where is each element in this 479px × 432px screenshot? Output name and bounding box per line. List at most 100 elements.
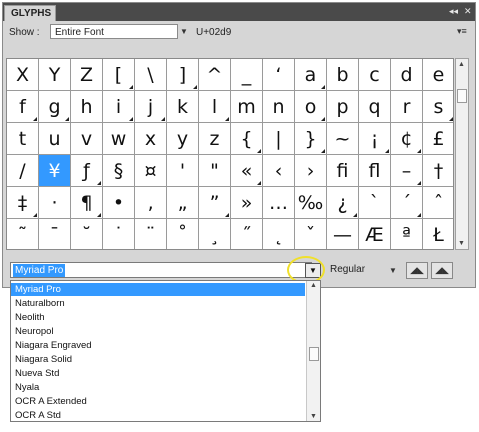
glyph-cell[interactable]: _: [231, 59, 263, 91]
font-list-item[interactable]: Neuropol: [11, 325, 305, 338]
glyph-cell[interactable]: ‚: [135, 187, 167, 219]
double-chevron-left-icon[interactable]: ◂◂: [449, 5, 458, 17]
glyph-cell[interactable]: ƒ: [71, 155, 103, 187]
glyph-cell[interactable]: ¿: [327, 187, 359, 219]
glyph-cell[interactable]: w: [103, 123, 135, 155]
tab-glyphs[interactable]: GLYPHS: [4, 5, 56, 21]
glyph-cell[interactable]: v: [71, 123, 103, 155]
font-list-item[interactable]: Naturalborn: [11, 297, 305, 310]
glyph-cell[interactable]: ﬁ: [327, 155, 359, 187]
glyph-cell[interactable]: ¢: [391, 123, 423, 155]
glyph-cell[interactable]: }: [295, 123, 327, 155]
glyph-cell[interactable]: ˇ: [295, 219, 327, 249]
glyph-cell[interactable]: »: [231, 187, 263, 219]
scroll-thumb[interactable]: [457, 89, 467, 103]
glyph-cell[interactable]: ‹: [263, 155, 295, 187]
chevron-down-icon[interactable]: ▼: [180, 27, 188, 36]
font-list-item[interactable]: Nueva Std: [11, 367, 305, 380]
glyph-cell[interactable]: ˙: [103, 219, 135, 249]
glyph-cell[interactable]: a: [295, 59, 327, 91]
show-select[interactable]: Entire Font: [50, 24, 178, 39]
font-list-item[interactable]: Nyala: [11, 381, 305, 394]
glyph-cell[interactable]: m: [231, 91, 263, 123]
glyph-cell[interactable]: ›: [295, 155, 327, 187]
chevron-down-icon[interactable]: ▼: [389, 266, 397, 275]
list-scroll-thumb[interactable]: [309, 347, 319, 361]
font-list-item[interactable]: Niagara Solid: [11, 353, 305, 366]
glyph-cell[interactable]: ¡: [359, 123, 391, 155]
glyph-cell[interactable]: |: [263, 123, 295, 155]
glyph-cell[interactable]: ‘: [263, 59, 295, 91]
glyph-cell[interactable]: {: [231, 123, 263, 155]
glyph-cell[interactable]: ¯: [39, 219, 71, 249]
glyph-cell[interactable]: e: [423, 59, 453, 91]
glyph-cell[interactable]: q: [359, 91, 391, 123]
glyph-cell[interactable]: ·: [39, 187, 71, 219]
glyph-cell[interactable]: p: [327, 91, 359, 123]
glyph-cell[interactable]: ¸: [199, 219, 231, 249]
glyph-cell[interactable]: r: [391, 91, 423, 123]
scroll-down-icon[interactable]: ▼: [458, 240, 465, 247]
glyph-cell[interactable]: „: [167, 187, 199, 219]
glyph-cell[interactable]: h: [71, 91, 103, 123]
glyph-cell[interactable]: ^: [199, 59, 231, 91]
glyph-cell[interactable]: s: [423, 91, 453, 123]
glyph-cell[interactable]: ”: [199, 187, 231, 219]
font-list-item[interactable]: Myriad Pro: [11, 283, 305, 296]
glyph-cell[interactable]: ª: [391, 219, 423, 249]
glyph-cell[interactable]: –: [391, 155, 423, 187]
glyph-cell[interactable]: u: [39, 123, 71, 155]
glyph-cell[interactable]: b: [327, 59, 359, 91]
glyph-cell[interactable]: j: [135, 91, 167, 123]
glyph-cell[interactable]: ": [199, 155, 231, 187]
glyph-scrollbar[interactable]: ▲ ▼: [455, 58, 469, 250]
glyph-cell[interactable]: †: [423, 155, 453, 187]
glyph-cell[interactable]: x: [135, 123, 167, 155]
glyph-cell[interactable]: ˆ: [423, 187, 453, 219]
glyph-cell[interactable]: Æ: [359, 219, 391, 249]
glyph-cell[interactable]: X: [7, 59, 39, 91]
glyph-cell[interactable]: ´: [391, 187, 423, 219]
glyph-cell[interactable]: ~: [327, 123, 359, 155]
glyph-cell[interactable]: ˘: [71, 219, 103, 249]
glyph-cell[interactable]: ': [167, 155, 199, 187]
larger-glyphs-button[interactable]: ◢◣: [431, 262, 453, 279]
font-list-item[interactable]: Niagara Engraved: [11, 339, 305, 352]
glyph-cell[interactable]: ˝: [231, 219, 263, 249]
glyph-cell[interactable]: •: [103, 187, 135, 219]
glyph-cell[interactable]: t: [7, 123, 39, 155]
scroll-up-icon[interactable]: ▲: [458, 61, 465, 68]
glyph-cell[interactable]: ]: [167, 59, 199, 91]
font-family-field[interactable]: Myriad Pro: [10, 262, 312, 278]
smaller-glyphs-button[interactable]: ◢◣: [406, 262, 428, 279]
glyph-cell[interactable]: k: [167, 91, 199, 123]
glyph-cell[interactable]: ˛: [263, 219, 295, 249]
glyph-cell[interactable]: Z: [71, 59, 103, 91]
glyph-cell[interactable]: §: [103, 155, 135, 187]
scroll-down-icon[interactable]: ▼: [310, 413, 317, 420]
font-list-item[interactable]: OCR A Extended: [11, 395, 305, 408]
glyph-cell[interactable]: ‰: [295, 187, 327, 219]
glyph-cell[interactable]: /: [7, 155, 39, 187]
glyph-cell[interactable]: ﬂ: [359, 155, 391, 187]
glyph-cell[interactable]: n: [263, 91, 295, 123]
glyph-cell[interactable]: f: [7, 91, 39, 123]
glyph-cell[interactable]: «: [231, 155, 263, 187]
panel-menu-icon[interactable]: ▾≡: [457, 25, 467, 37]
glyph-cell[interactable]: —: [327, 219, 359, 249]
glyph-cell[interactable]: ‡: [7, 187, 39, 219]
font-list-item[interactable]: OCR A Std: [11, 409, 305, 422]
glyph-cell[interactable]: ¶: [71, 187, 103, 219]
glyph-cell[interactable]: ¤: [135, 155, 167, 187]
glyph-cell[interactable]: ˜: [7, 219, 39, 249]
list-scrollbar[interactable]: ▲ ▼: [306, 281, 320, 421]
glyph-cell[interactable]: …: [263, 187, 295, 219]
glyph-cell[interactable]: ˚: [167, 219, 199, 249]
glyph-cell[interactable]: i: [103, 91, 135, 123]
glyph-cell[interactable]: Y: [39, 59, 71, 91]
glyph-cell[interactable]: y: [167, 123, 199, 155]
glyph-cell[interactable]: [: [103, 59, 135, 91]
scroll-up-icon[interactable]: ▲: [310, 282, 317, 289]
font-family-value[interactable]: Myriad Pro: [13, 264, 66, 277]
glyph-cell[interactable]: \: [135, 59, 167, 91]
